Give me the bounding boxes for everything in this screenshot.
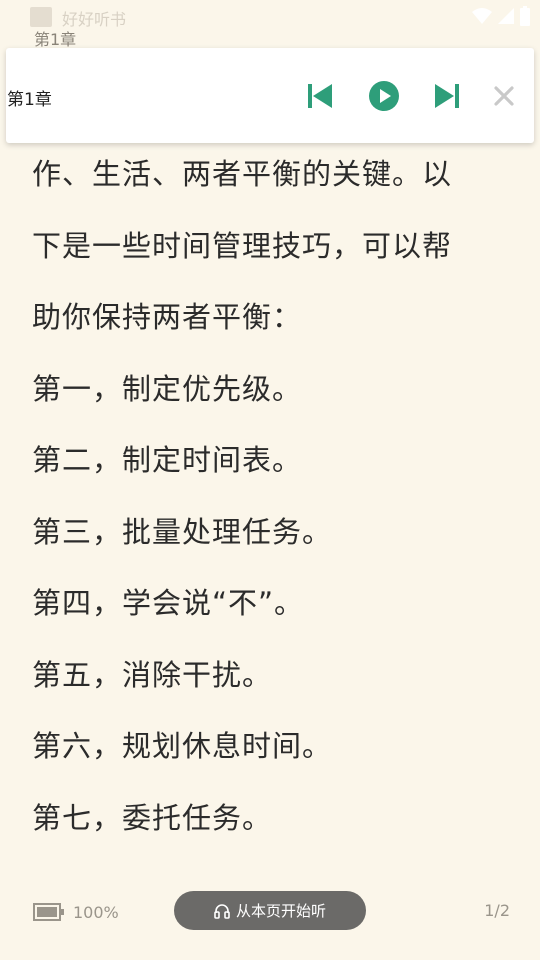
content-line: 第二，制定时间表。 — [32, 443, 303, 477]
status-bar: 好好听书 — [0, 0, 540, 34]
listen-button-label: 从本页开始听 — [235, 902, 326, 920]
signal-icon — [498, 8, 514, 24]
battery-indicator: 100% — [33, 902, 119, 922]
content-line: 第三，批量处理任务。 — [32, 514, 333, 549]
app-icon — [30, 7, 52, 27]
content-line: 第七，委托任务。 — [32, 800, 273, 835]
reading-content: 作、生活、两者平衡的关键。以 下是一些时间管理技巧，可以帮 助你保持两者平衡： … — [32, 145, 512, 860]
content-line: 第四，学会说“不”。 — [32, 586, 305, 620]
wifi-icon — [472, 8, 492, 24]
content-line: 第五，消除干扰。 — [32, 657, 273, 692]
skip-previous-icon — [308, 84, 332, 108]
tts-chapter-title: 第1章 — [7, 90, 52, 110]
play-button[interactable] — [364, 76, 404, 116]
reader-screen: 好好听书 第1章 第1章 作、生活、两者平衡的关键。以 下是一些时间管理技巧，可… — [0, 0, 540, 960]
skip-previous-button[interactable] — [300, 76, 340, 116]
skip-next-icon — [435, 84, 459, 108]
close-button[interactable] — [484, 76, 524, 116]
battery-icon — [520, 6, 530, 26]
close-icon — [494, 86, 514, 106]
battery-percent: 100% — [73, 902, 119, 922]
content-line: 助你保持两者平衡： — [32, 300, 303, 334]
battery-icon — [33, 903, 64, 921]
status-icons — [472, 6, 530, 26]
page-indicator: 1/2 — [484, 901, 510, 920]
headphones-icon — [214, 903, 230, 919]
chapter-header: 第1章 — [34, 30, 77, 49]
content-line: 作、生活、两者平衡的关键。以 — [32, 157, 453, 191]
content-line: 下是一些时间管理技巧，可以帮 — [32, 228, 453, 263]
content-line: 第一，制定优先级。 — [32, 371, 303, 406]
tts-control-panel: 第1章 — [6, 48, 534, 143]
content-line: 第六，规划休息时间。 — [32, 729, 333, 763]
listen-from-page-button[interactable]: 从本页开始听 — [174, 891, 366, 930]
play-icon — [369, 81, 399, 111]
skip-next-button[interactable] — [427, 76, 467, 116]
